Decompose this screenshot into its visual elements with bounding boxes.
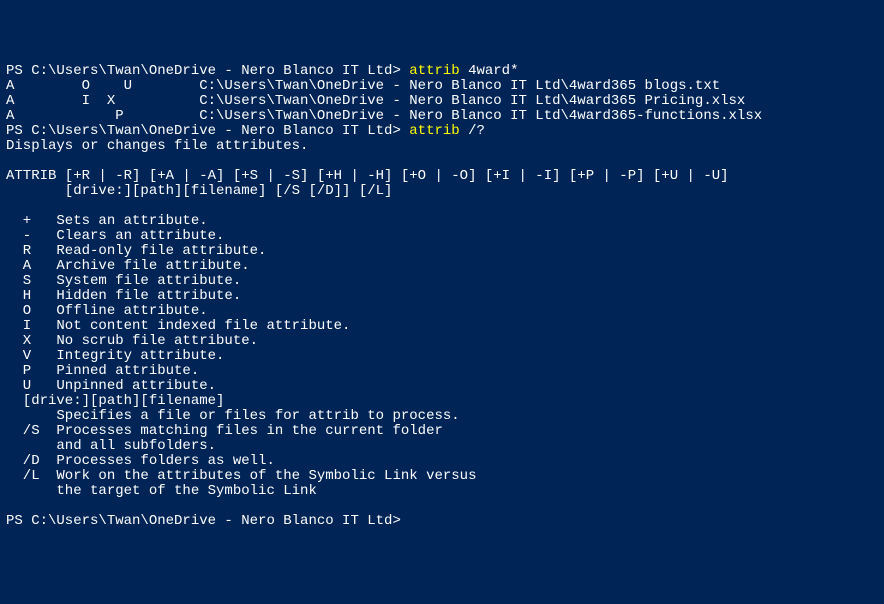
output-text: A P C:\Users\Twan\OneDrive - Nero Blanco… xyxy=(6,108,762,124)
output-text: Displays or changes file attributes. xyxy=(6,138,308,154)
output-text: A I X C:\Users\Twan\OneDrive - Nero Blan… xyxy=(6,93,745,109)
terminal-line: [drive:][path][filename] xyxy=(6,394,878,409)
terminal-line: I Not content indexed file attribute. xyxy=(6,319,878,334)
output-text: Specifies a file or files for attrib to … xyxy=(6,408,460,424)
output-text: + Sets an attribute. xyxy=(6,213,208,229)
terminal-line: A I X C:\Users\Twan\OneDrive - Nero Blan… xyxy=(6,94,878,109)
command-argument: /? xyxy=(468,123,485,139)
output-text: - Clears an attribute. xyxy=(6,228,224,244)
command-argument: 4ward* xyxy=(468,63,518,79)
ps-prompt: PS C:\Users\Twan\OneDrive - Nero Blanco … xyxy=(6,513,409,529)
output-text: P Pinned attribute. xyxy=(6,363,199,379)
terminal-line: R Read-only file attribute. xyxy=(6,244,878,259)
terminal-line: P Pinned attribute. xyxy=(6,364,878,379)
terminal-line xyxy=(6,199,878,214)
terminal-line: + Sets an attribute. xyxy=(6,214,878,229)
output-text: U Unpinned attribute. xyxy=(6,378,216,394)
terminal-line: /D Processes folders as well. xyxy=(6,454,878,469)
output-text: O Offline attribute. xyxy=(6,303,208,319)
terminal-line: and all subfolders. xyxy=(6,439,878,454)
terminal-line xyxy=(6,154,878,169)
terminal-output-area[interactable]: PS C:\Users\Twan\OneDrive - Nero Blanco … xyxy=(6,64,878,529)
output-text: [drive:][path][filename] xyxy=(6,393,224,409)
terminal-line xyxy=(6,499,878,514)
terminal-line: A Archive file attribute. xyxy=(6,259,878,274)
terminal-line: PS C:\Users\Twan\OneDrive - Nero Blanco … xyxy=(6,124,878,139)
command-name: attrib xyxy=(409,63,468,79)
terminal-line: A O U C:\Users\Twan\OneDrive - Nero Blan… xyxy=(6,79,878,94)
output-text: /S Processes matching files in the curre… xyxy=(6,423,443,439)
output-text: ATTRIB [+R | -R] [+A | -A] [+S | -S] [+H… xyxy=(6,168,729,184)
output-text: H Hidden file attribute. xyxy=(6,288,241,304)
terminal-line: Specifies a file or files for attrib to … xyxy=(6,409,878,424)
terminal-line: U Unpinned attribute. xyxy=(6,379,878,394)
output-text: R Read-only file attribute. xyxy=(6,243,266,259)
terminal-line: the target of the Symbolic Link xyxy=(6,484,878,499)
terminal-line: PS C:\Users\Twan\OneDrive - Nero Blanco … xyxy=(6,64,878,79)
terminal-line: PS C:\Users\Twan\OneDrive - Nero Blanco … xyxy=(6,514,878,529)
terminal-line: /L Work on the attributes of the Symboli… xyxy=(6,469,878,484)
terminal-line: [drive:][path][filename] [/S [/D]] [/L] xyxy=(6,184,878,199)
terminal-line: /S Processes matching files in the curre… xyxy=(6,424,878,439)
terminal-line: ATTRIB [+R | -R] [+A | -A] [+S | -S] [+H… xyxy=(6,169,878,184)
output-text: X No scrub file attribute. xyxy=(6,333,258,349)
terminal-line: A P C:\Users\Twan\OneDrive - Nero Blanco… xyxy=(6,109,878,124)
terminal-line: S System file attribute. xyxy=(6,274,878,289)
terminal-line: - Clears an attribute. xyxy=(6,229,878,244)
output-text: the target of the Symbolic Link xyxy=(6,483,317,499)
terminal-line: H Hidden file attribute. xyxy=(6,289,878,304)
output-text: A O U C:\Users\Twan\OneDrive - Nero Blan… xyxy=(6,78,720,94)
ps-prompt: PS C:\Users\Twan\OneDrive - Nero Blanco … xyxy=(6,63,409,79)
output-text: V Integrity attribute. xyxy=(6,348,224,364)
terminal-line: X No scrub file attribute. xyxy=(6,334,878,349)
output-text: /D Processes folders as well. xyxy=(6,453,275,469)
terminal-line: Displays or changes file attributes. xyxy=(6,139,878,154)
output-text: /L Work on the attributes of the Symboli… xyxy=(6,468,476,484)
ps-prompt: PS C:\Users\Twan\OneDrive - Nero Blanco … xyxy=(6,123,409,139)
output-text: and all subfolders. xyxy=(6,438,216,454)
command-name: attrib xyxy=(409,123,468,139)
output-text: S System file attribute. xyxy=(6,273,241,289)
terminal-line: V Integrity attribute. xyxy=(6,349,878,364)
output-text: I Not content indexed file attribute. xyxy=(6,318,350,334)
terminal-line: O Offline attribute. xyxy=(6,304,878,319)
output-text: [drive:][path][filename] [/S [/D]] [/L] xyxy=(6,183,392,199)
output-text: A Archive file attribute. xyxy=(6,258,250,274)
